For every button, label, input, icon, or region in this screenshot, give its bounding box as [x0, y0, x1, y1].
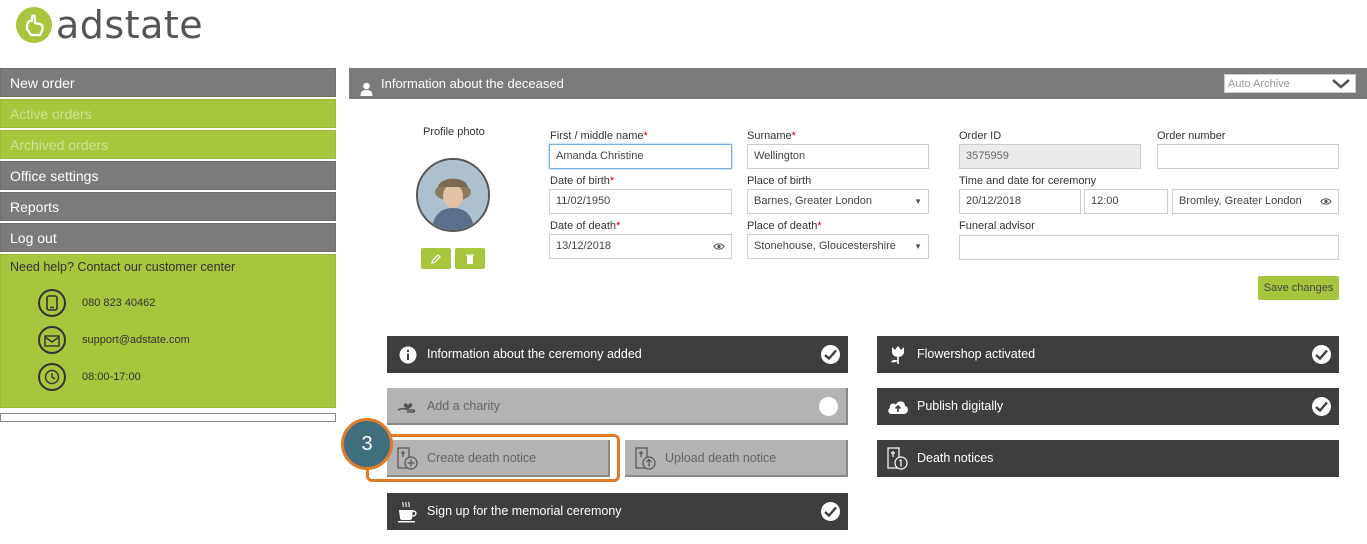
sidebar-empty-field	[0, 413, 336, 422]
ceremony-label: Time and date for ceremony	[959, 175, 1097, 187]
check-icon	[1312, 345, 1331, 364]
section-header: Information about the deceased Auto Arch…	[349, 68, 1367, 99]
caret-down-icon: ▼	[914, 197, 922, 206]
profile-photo-label: Profile photo	[423, 126, 485, 138]
death-notices-icon	[887, 447, 909, 470]
sidebar-item-active-orders[interactable]: Active orders	[0, 99, 336, 128]
help-box: Need help? Contact our customer center 0…	[0, 254, 336, 408]
person-icon	[360, 76, 373, 107]
adstate-logo[interactable]: adstate	[16, 4, 203, 46]
advisor-label: Funeral advisor	[959, 220, 1035, 232]
surname-input[interactable]: Wellington	[747, 144, 929, 169]
flowershop-bar[interactable]: Flowershop activated	[877, 336, 1339, 373]
eye-icon[interactable]	[1320, 190, 1332, 222]
pod-label: Place of death*	[747, 220, 822, 232]
tulip-icon	[887, 344, 909, 366]
step-number-badge: 3	[341, 418, 393, 470]
surname-label: Surname*	[747, 130, 796, 142]
advisor-input[interactable]	[959, 235, 1339, 260]
section-title: Information about the deceased	[381, 76, 564, 91]
order-number-label: Order number	[1157, 130, 1226, 142]
save-changes-button[interactable]: Save changes	[1258, 276, 1339, 300]
help-hours: 08:00-17:00	[82, 370, 141, 383]
email-icon	[38, 325, 66, 354]
ceremony-place-input[interactable]: Bromley, Greater London	[1172, 189, 1339, 214]
ceremony-info-bar[interactable]: Information about the ceremony added	[387, 336, 848, 373]
caret-down-icon: ▼	[914, 242, 922, 251]
check-icon	[821, 345, 840, 364]
eye-icon[interactable]	[713, 235, 725, 267]
help-phone[interactable]: 080 823 40462	[82, 297, 155, 309]
sidebar-item-log-out[interactable]: Log out	[0, 223, 336, 252]
help-hours-row: 08:00-17:00	[10, 358, 326, 395]
step-highlight-outline	[366, 434, 620, 482]
order-id-label: Order ID	[959, 130, 1002, 142]
help-title: Need help? Contact our customer center	[10, 260, 236, 274]
sidebar: New order Active orders Archived orders …	[0, 68, 336, 422]
help-phone-row: 080 823 40462	[10, 284, 326, 321]
chevron-down-icon	[1331, 75, 1351, 99]
dod-input[interactable]: 13/12/2018	[549, 234, 732, 259]
delete-photo-button[interactable]	[455, 248, 485, 269]
order-number-input[interactable]	[1157, 144, 1339, 169]
help-email[interactable]: support@adstate.com	[82, 334, 190, 346]
add-charity-bar[interactable]: Add a charity	[387, 388, 848, 425]
help-email-row: support@adstate.com	[10, 321, 326, 358]
sidebar-item-office-settings[interactable]: Office settings	[0, 161, 336, 190]
dob-input[interactable]: 11/02/1950	[549, 189, 732, 214]
avatar	[416, 158, 490, 232]
phone-icon	[38, 288, 66, 317]
first-name-label: First / middle name*	[550, 130, 648, 142]
logo-hand-icon	[16, 7, 52, 43]
pob-label: Place of birth	[747, 175, 812, 187]
dod-label: Date of death*	[550, 220, 621, 232]
publish-digitally-bar[interactable]: Publish digitally	[877, 388, 1339, 425]
ceremony-time-input[interactable]: 12:00	[1084, 189, 1168, 214]
coffee-cup-icon	[397, 501, 419, 523]
pod-select[interactable]: Stonehouse, Gloucestershire ▼	[747, 234, 929, 259]
pob-select[interactable]: Barnes, Greater London ▼	[747, 189, 929, 214]
order-id-field: 3575959	[959, 144, 1141, 169]
check-icon	[1312, 397, 1331, 416]
sidebar-item-reports[interactable]: Reports	[0, 192, 336, 221]
check-icon	[821, 502, 840, 521]
info-icon	[397, 344, 419, 366]
dob-label: Date of birth*	[550, 175, 615, 187]
edit-photo-button[interactable]	[421, 248, 451, 269]
memorial-signup-bar[interactable]: Sign up for the memorial ceremony	[387, 493, 848, 530]
upload-notice-icon	[635, 447, 657, 470]
empty-circle-icon	[819, 397, 838, 416]
logo-text: adstate	[56, 3, 204, 47]
death-notices-bar[interactable]: Death notices	[877, 440, 1339, 477]
sidebar-item-archived-orders[interactable]: Archived orders	[0, 130, 336, 159]
charity-hand-icon	[397, 396, 419, 418]
clock-icon	[38, 362, 66, 391]
upload-death-notice-button[interactable]: Upload death notice	[625, 440, 848, 477]
sidebar-item-new-order[interactable]: New order	[0, 68, 336, 97]
ceremony-date-input[interactable]: 20/12/2018	[959, 189, 1081, 214]
cloud-upload-icon	[887, 396, 909, 418]
first-name-input[interactable]: Amanda Christine	[549, 144, 732, 169]
auto-archive-select[interactable]: Auto Archive	[1224, 74, 1356, 93]
